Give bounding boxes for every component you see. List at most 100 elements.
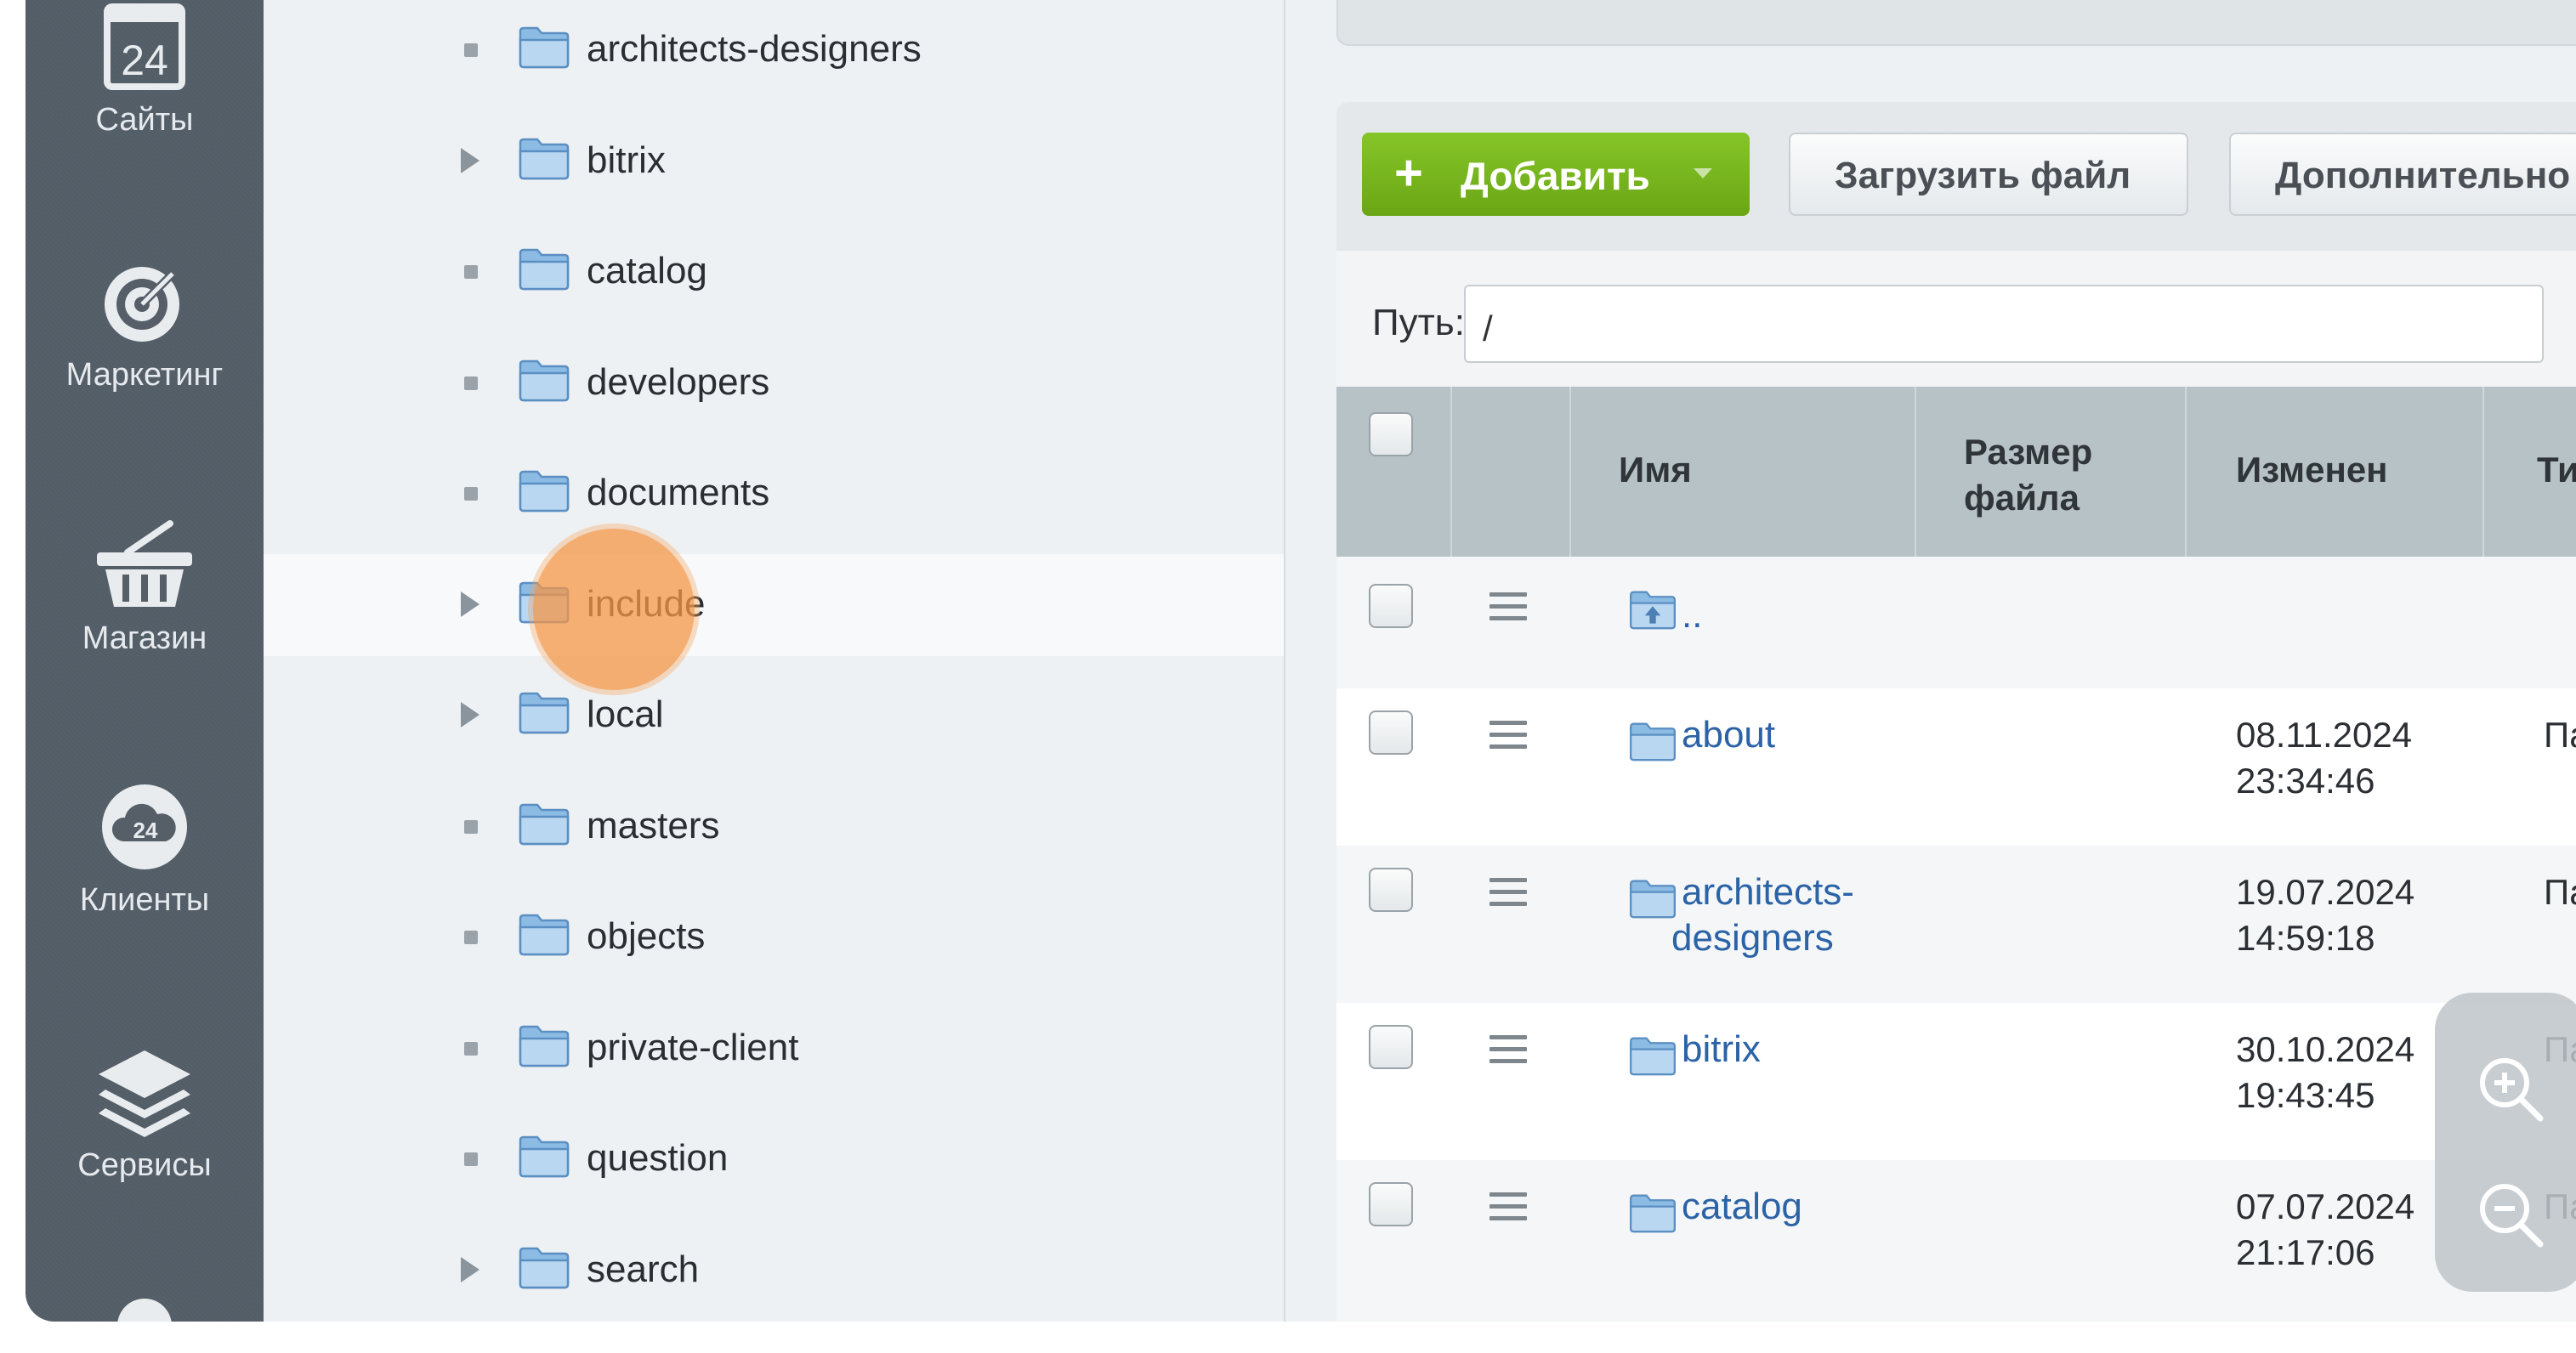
row-checkbox[interactable] [1369, 584, 1413, 628]
folder-icon-wrap [1629, 721, 1677, 766]
modified-time: 21:17:06 [2236, 1232, 2375, 1272]
toolbar: + Добавить Загрузить файл Дополнительно [1336, 102, 2576, 251]
rail-label-clients: Клиенты [79, 882, 210, 918]
row-checkbox[interactable] [1369, 1025, 1413, 1069]
calendar-24-icon: 24 [104, 3, 185, 90]
bullet-icon [464, 819, 478, 834]
header-actions-cell [1452, 387, 1571, 557]
folder-icon [519, 692, 570, 734]
rail-item-clients[interactable]: 24 Клиенты [26, 780, 264, 919]
rail-item-sites[interactable]: 24 Сайты [26, 0, 264, 139]
row-menu-icon[interactable] [1489, 1192, 1527, 1228]
folder-icon [1630, 880, 1676, 919]
rail-label-sites: Сайты [95, 102, 194, 138]
tree-item-search[interactable]: search [264, 1220, 1284, 1322]
tree-item-developers[interactable]: developers [264, 332, 1284, 434]
folder-icon-wrap [519, 25, 570, 73]
type-cell: Папка [2544, 872, 2576, 912]
table-row[interactable]: .. [1336, 557, 2576, 688]
tree-item-bitrix[interactable]: bitrix [264, 110, 1284, 212]
basket-icon [97, 520, 192, 607]
add-button[interactable]: + Добавить [1362, 133, 1750, 216]
folder-icon [519, 1135, 570, 1178]
tree-item-objects[interactable]: objects [264, 886, 1284, 988]
header-size[interactable]: Размер файла [1916, 387, 2187, 557]
rail-label-marketing: Маркетинг [65, 357, 224, 393]
row-checkbox[interactable] [1369, 1182, 1413, 1226]
folder-tree: architects-designers bitrix catalog develop… [264, 0, 1284, 1322]
zoom-in-icon[interactable] [2474, 1052, 2547, 1125]
header-size-line1: Размер [1964, 432, 2093, 472]
add-button-label: Добавить [1461, 154, 1650, 198]
table-row[interactable]: catalog07.07.202421:17:06Папка [1336, 1160, 2576, 1300]
folder-icon-wrap [519, 1134, 570, 1182]
tree-item-private-client[interactable]: private-client [264, 998, 1284, 1100]
parent-folder-icon-wrap [1629, 589, 1677, 634]
expand-arrow-icon[interactable] [461, 147, 479, 173]
folder-icon-wrap [1629, 878, 1677, 923]
folder-icon-wrap [519, 1245, 570, 1294]
row-menu-icon[interactable] [1489, 721, 1527, 756]
path-row: Путь: / [1336, 251, 2576, 387]
table-row[interactable]: about 08.11.2024 23:34:46 Папка [1336, 688, 2576, 846]
folder-icon-wrap [1629, 1035, 1677, 1080]
expand-arrow-icon[interactable] [461, 1256, 479, 1282]
select-all-checkbox[interactable] [1369, 412, 1413, 456]
tree-item-catalog[interactable]: catalog [264, 221, 1284, 323]
tree-item-documents[interactable]: documents [264, 443, 1284, 545]
modified-time: 19:43:45 [2236, 1075, 2375, 1115]
tree-item-local[interactable]: local [264, 665, 1284, 767]
folder-icon-wrap [519, 801, 570, 850]
row-checkbox[interactable] [1369, 710, 1413, 755]
file-name-link[interactable]: about [1682, 712, 1775, 758]
file-name-link[interactable]: catalog [1682, 1184, 1802, 1230]
modified-date: 30.10.2024 [2236, 1029, 2415, 1069]
cloud-24-icon: 24 [102, 784, 187, 869]
folder-icon [519, 26, 570, 69]
tree-item-architects-designers[interactable]: architects-designers [264, 0, 1284, 101]
rail-item-shop[interactable]: Магазин [26, 518, 264, 657]
header-modified[interactable]: Изменен [2187, 387, 2484, 557]
tree-item-question[interactable]: question [264, 1108, 1284, 1210]
svg-text:24: 24 [133, 818, 158, 843]
tree-item-label: question [587, 1137, 729, 1179]
folder-icon-wrap [519, 912, 570, 960]
rail-item-more[interactable] [26, 1292, 264, 1322]
table-row[interactable]: architects-designers 19.07.2024 14:59:18 Па… [1336, 846, 2576, 1003]
header-type[interactable]: Тип [2484, 387, 2576, 557]
file-name-link[interactable]: bitrix [1682, 1027, 1761, 1073]
rail-item-services[interactable]: Сервисы [26, 1045, 264, 1184]
more-button[interactable]: Дополнительно [2229, 133, 2576, 216]
rail-item-marketing[interactable]: Маркетинг [26, 255, 264, 393]
tree-item-masters[interactable]: masters [264, 776, 1284, 878]
tree-item-label: bitrix [587, 139, 666, 181]
bullet-icon [464, 1152, 478, 1166]
zoom-out-icon[interactable] [2474, 1178, 2547, 1251]
file-name-link[interactable]: architects-designers [1671, 869, 1854, 961]
row-menu-icon[interactable] [1489, 878, 1527, 914]
modified-cell: 08.11.2024 23:34:46 [2236, 712, 2412, 804]
expand-arrow-icon[interactable] [461, 702, 479, 727]
folder-icon-wrap [1629, 1192, 1677, 1237]
click-marker [533, 529, 695, 690]
row-menu-icon[interactable] [1489, 592, 1527, 628]
chevron-down-icon[interactable] [1694, 168, 1712, 178]
folder-icon [519, 803, 570, 845]
upload-file-button[interactable]: Загрузить файл [1789, 133, 2188, 216]
table-row[interactable]: bitrix30.10.202419:43:45Папка [1336, 1003, 2576, 1160]
folder-icon-wrap [519, 1023, 570, 1072]
path-input[interactable]: / [1464, 285, 2544, 363]
expand-arrow-icon[interactable] [461, 591, 479, 617]
header-name[interactable]: Имя [1571, 387, 1916, 557]
folder-icon-wrap [519, 246, 570, 295]
folder-icon [519, 914, 570, 956]
tree-item-include[interactable]: include [264, 553, 1284, 656]
file-name-link[interactable]: .. [1682, 592, 1702, 638]
bullet-icon [464, 487, 478, 501]
row-menu-icon[interactable] [1489, 1035, 1527, 1071]
modified-cell: 07.07.2024 21:17:06 [2236, 1184, 2414, 1276]
app-window: 24 Сайты Маркетинг Магазин 24 Клиенты Се… [26, 0, 2576, 1322]
file-name-line1: about [1682, 714, 1776, 756]
row-checkbox[interactable] [1369, 868, 1413, 912]
header-size-line2: файла [1964, 478, 2080, 518]
